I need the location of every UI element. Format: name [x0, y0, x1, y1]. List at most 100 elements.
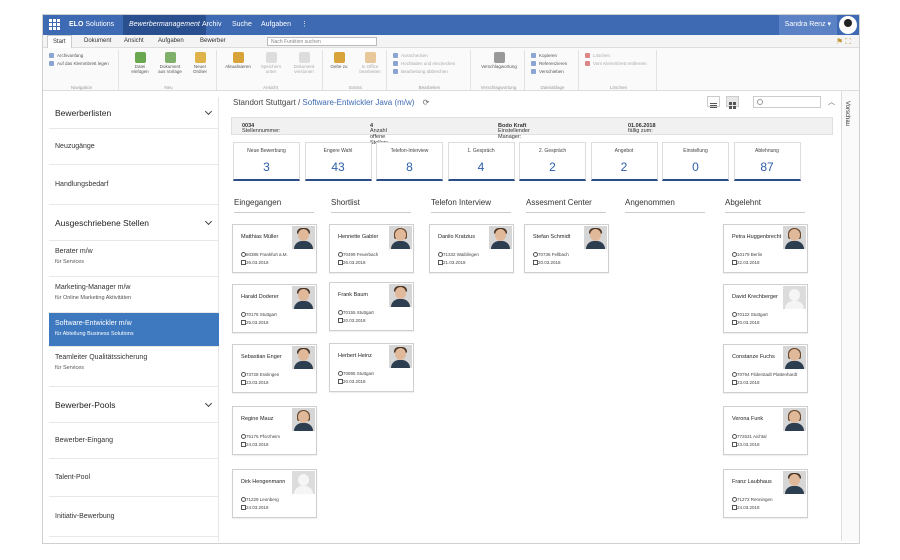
- candidate-card[interactable]: Danilo Kratzius 71332 Waiblingen 21.03.201…: [429, 224, 514, 273]
- tab-suche[interactable]: Suche: [226, 15, 258, 35]
- ribbon-tab-aufgaben[interactable]: Aufgaben: [153, 35, 189, 48]
- status-count-tile[interactable]: Einstellung 0: [662, 142, 729, 181]
- status-count-tile[interactable]: Telefon-Interview 8: [376, 142, 443, 181]
- sidebar-item[interactable]: Berater m/w für Services: [49, 241, 219, 277]
- candidate-photo: [389, 284, 412, 307]
- candidate-card[interactable]: Harald Doderer 70178 Stuttgart 25.03.2018: [232, 284, 317, 333]
- candidate-card[interactable]: David Krechberger 70122 Stuttgart 20.03.20…: [723, 284, 808, 333]
- candidate-card[interactable]: Frank Baum 70155 Stuttgart 20.03.2018: [329, 282, 414, 331]
- sidebar-item[interactable]: Ausgeschriebene Stellen: [49, 205, 219, 241]
- collapse-icon[interactable]: ︿: [828, 97, 835, 107]
- candidate-date: 20.03.2018: [732, 320, 760, 325]
- candidate-date: 23.03.2018: [732, 380, 760, 385]
- breadcrumb-location[interactable]: Standort Stuttgart: [233, 98, 296, 107]
- user-avatar[interactable]: [839, 16, 857, 34]
- sidebar-item[interactable]: Initiativ-Bewerbung: [49, 497, 219, 537]
- tab-bewerbermanagement[interactable]: Bewerbermanagement: [123, 15, 206, 35]
- status-count-value: 4: [477, 160, 485, 174]
- main-content: Standort Stuttgart / Software-Entwickler…: [227, 91, 839, 541]
- status-count-tile[interactable]: Engere Wahl 43: [304, 142, 372, 181]
- archivanfang-button[interactable]: Archivanfang: [49, 53, 83, 58]
- list-view-icon[interactable]: [706, 96, 720, 108]
- user-menu[interactable]: Sandra Renz ▾: [778, 15, 837, 35]
- speichern-unter-button[interactable]: Speichern unter: [257, 52, 285, 74]
- candidate-photo: [292, 346, 315, 369]
- status-count-tile[interactable]: 1. Gespräch 4: [447, 142, 515, 181]
- kopieren-button[interactable]: Kopieren: [531, 53, 557, 58]
- klemmbrett-entfernen-button[interactable]: Vom Klemmbrett entfernen: [585, 61, 647, 66]
- pin-icon[interactable]: ⚑ ⛶: [836, 37, 851, 47]
- search-icon: [757, 99, 763, 105]
- aktualisieren-button[interactable]: Aktualisieren: [223, 52, 253, 69]
- status-count-tile[interactable]: Ablehnung 87: [733, 142, 801, 181]
- gehe-zu-button[interactable]: Gehe zu: [327, 52, 351, 69]
- sidebar-item[interactable]: Software-Entwickler m/w für Abteilung Bus…: [49, 313, 219, 347]
- candidate-location: 73728 Esslingen: [241, 372, 279, 377]
- refresh-icon[interactable]: ⟳: [423, 98, 430, 107]
- candidate-location: 60386 Frankfurt a.M.: [241, 252, 288, 257]
- more-menu-icon[interactable]: ⋮: [295, 15, 314, 35]
- status-count-tile[interactable]: 2. Gespräch 2: [519, 142, 586, 181]
- ribbon-tab-dokument[interactable]: Dokument: [79, 35, 116, 48]
- candidate-date: 24.03.2018: [732, 505, 760, 510]
- candidate-name: Constanze Fuchs: [732, 354, 775, 360]
- candidate-name: Petra Huggenbrecht: [732, 234, 782, 240]
- tab-aufgaben[interactable]: Aufgaben: [255, 15, 297, 35]
- sidebar-item[interactable]: Bewerberlisten: [49, 97, 219, 129]
- ribbon-tab-ansicht[interactable]: Ansicht: [119, 35, 149, 48]
- candidate-date: 21.03.2018: [438, 260, 466, 265]
- verschieben-button[interactable]: Verschieben: [531, 69, 564, 74]
- candidate-card[interactable]: Matthias Müller 60386 Frankfurt a.M. 26.03…: [232, 224, 317, 273]
- ribbon: Archivanfang Auf das Klemmbrett legen Na…: [43, 48, 859, 91]
- status-count-label: Neue Bewerbung: [247, 148, 286, 154]
- candidate-card[interactable]: Regine Mauz 75175 Pforzheim 24.03.2018: [232, 406, 317, 455]
- ribbon-tab-bewerber[interactable]: Bewerber: [195, 35, 231, 48]
- candidate-card[interactable]: Petra Huggenbrecht 10179 Berlin 22.03.2018: [723, 224, 808, 273]
- sidebar-item[interactable]: Neuzugänge: [49, 129, 219, 165]
- ribbon-group-verschlagwortung: Verschlagwortung Verschlagwortung: [473, 50, 525, 90]
- candidate-card[interactable]: Henriette Gabler 70499 Feuerbach 26.03.201…: [329, 224, 414, 273]
- klemmbrett-button[interactable]: Auf das Klemmbrett legen: [49, 61, 109, 66]
- view-switcher: [705, 96, 739, 114]
- status-count-value: 0: [692, 160, 699, 174]
- sidebar-item[interactable]: Teamleiter Qualitätssicherung für Service…: [49, 347, 219, 387]
- bearbeitung-abbrechen-button[interactable]: Bearbeitung abbrechen: [393, 69, 448, 74]
- sidebar-item[interactable]: Talent-Pool: [49, 459, 219, 497]
- tab-archiv[interactable]: Archiv: [196, 15, 227, 35]
- neuer-ordner-button[interactable]: Neuer Ordner: [187, 52, 213, 74]
- in-office-bearbeiten-button[interactable]: In Office bearbeiten: [355, 52, 385, 74]
- candidate-card[interactable]: Verona Funk 772631 Aichtal 23.03.2018: [723, 406, 808, 455]
- sidebar-item[interactable]: Handlungsbedarf: [49, 165, 219, 205]
- candidate-card[interactable]: Constanze Fuchs 70794 Filderstadt Platten…: [723, 344, 808, 393]
- verschlagwortung-button[interactable]: Verschlagwortung: [477, 52, 521, 69]
- sidebar-item-label: Ausgeschriebene Stellen: [55, 218, 150, 228]
- candidate-card[interactable]: Stefan Schmidt 70736 Fellbach 20.03.2018: [524, 224, 609, 273]
- dokumentversionen-button[interactable]: Dokument versionen: [289, 52, 319, 74]
- ribbon-group-bearbeiten: Ausschecken Hochladen und einchecken Bea…: [389, 50, 471, 90]
- ribbon-group-navigation: Archivanfang Auf das Klemmbrett legen Na…: [45, 50, 119, 90]
- sidebar-item[interactable]: Bewerber-Pools: [49, 387, 219, 423]
- preview-panel[interactable]: Vorschau: [841, 91, 859, 541]
- sidebar-item[interactable]: Bewerber-Eingang: [49, 423, 219, 459]
- candidate-photo: [489, 226, 512, 249]
- referenzieren-button[interactable]: Referenzieren: [531, 61, 567, 66]
- candidate-card[interactable]: Franz Laubhaus 71272 Renningen 24.03.2018: [723, 469, 808, 518]
- status-count-tile[interactable]: Neue Bewerbung 3: [233, 142, 300, 181]
- candidate-name: Regine Mauz: [241, 416, 274, 422]
- search-input[interactable]: [753, 96, 821, 108]
- sidebar-item[interactable]: Marketing-Manager m/w für Online Marketin…: [49, 277, 219, 313]
- apps-grid-icon[interactable]: [49, 19, 61, 31]
- grid-view-icon[interactable]: [726, 96, 739, 109]
- hochladen-einchecken-button[interactable]: Hochladen und einchecken: [393, 61, 455, 66]
- status-count-tile[interactable]: Angebot 2: [590, 142, 658, 181]
- candidate-location: 70122 Stuttgart: [732, 312, 768, 317]
- ribbon-search-input[interactable]: Nach Funktion suchen: [267, 37, 377, 46]
- candidate-card[interactable]: Herbert Heinz 70895 Stuttgart 20.03.2018: [329, 343, 414, 392]
- loeschen-button[interactable]: Löschen: [585, 53, 610, 58]
- candidate-card[interactable]: Dirk Hengenmann 71229 Leonberg 24.03.2018: [232, 469, 317, 518]
- auschecken-button[interactable]: Ausschecken: [393, 53, 428, 58]
- candidate-card[interactable]: Sebastian Enger 73728 Esslingen 23.03.2018: [232, 344, 317, 393]
- dokument-aus-vorlage-button[interactable]: Dokument aus Vorlage: [157, 52, 183, 74]
- ribbon-tab-start[interactable]: Start: [47, 35, 72, 48]
- datei-einfuegen-button[interactable]: Datei einfügen: [127, 52, 153, 74]
